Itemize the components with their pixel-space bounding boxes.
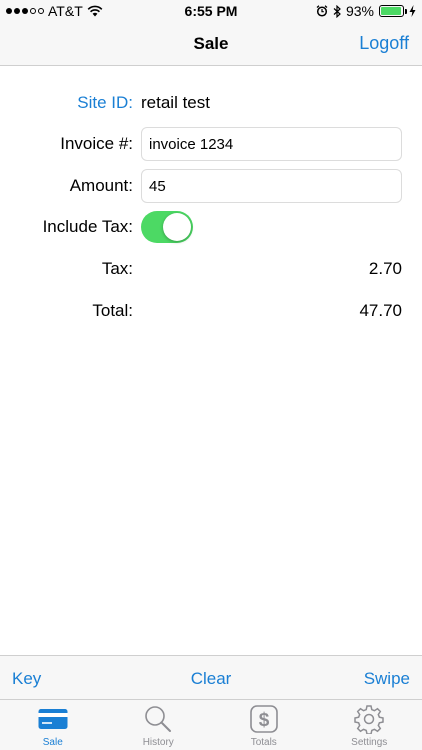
- toggle-knob: [163, 213, 191, 241]
- invoice-field[interactable]: invoice 1234: [141, 127, 402, 161]
- tab-sale[interactable]: Sale: [0, 700, 106, 750]
- include-tax-label: Include Tax:: [42, 217, 133, 236]
- site-id-row: Site ID: retail test: [0, 86, 422, 120]
- action-toolbar: Key Clear Swipe: [0, 655, 422, 699]
- svg-text:$: $: [258, 710, 269, 731]
- amount-row: Amount: 45: [0, 169, 422, 203]
- amount-label: Amount:: [69, 176, 133, 195]
- invoice-label: Invoice #:: [60, 134, 133, 153]
- battery-percent: 93%: [345, 3, 374, 19]
- tab-sale-label: Sale: [42, 737, 63, 748]
- invoice-field-value: invoice 1234: [149, 135, 234, 153]
- gear-icon: [354, 705, 384, 734]
- total-label: Total:: [92, 301, 133, 320]
- tab-bar: Sale History $ Totals Settings: [0, 699, 422, 750]
- status-right: 93%: [316, 3, 416, 19]
- tab-settings[interactable]: Settings: [317, 700, 422, 750]
- credit-card-icon: [38, 705, 68, 733]
- logoff-button[interactable]: Logoff: [359, 33, 409, 54]
- tab-totals[interactable]: $ Totals: [211, 700, 317, 750]
- navigation-bar: Sale Logoff: [0, 22, 422, 66]
- include-tax-toggle[interactable]: [141, 211, 193, 243]
- charging-icon: [409, 5, 416, 17]
- amount-field[interactable]: 45: [141, 169, 402, 203]
- site-id-value: retail test: [141, 93, 210, 112]
- tax-row: Tax: 2.70: [0, 252, 422, 286]
- clear-button[interactable]: Clear: [191, 669, 232, 688]
- invoice-row: Invoice #: invoice 1234: [0, 127, 422, 161]
- battery-icon: [379, 5, 407, 17]
- battery-level: [381, 7, 401, 15]
- key-button[interactable]: Key: [12, 669, 41, 689]
- magnifier-icon: [143, 705, 173, 733]
- tax-label: Tax:: [101, 259, 133, 278]
- site-id-label[interactable]: Site ID:: [77, 93, 133, 113]
- tax-value: 2.70: [368, 259, 402, 278]
- tab-history-label: History: [142, 737, 174, 748]
- tab-totals-label: Totals: [250, 737, 277, 748]
- tab-settings-label: Settings: [351, 737, 388, 748]
- swipe-button[interactable]: Swipe: [364, 669, 410, 689]
- total-value: 47.70: [359, 301, 402, 320]
- tab-history[interactable]: History: [106, 700, 212, 750]
- amount-field-value: 45: [149, 177, 166, 195]
- bluetooth-icon: [333, 4, 341, 18]
- clear-button-wrap: Clear: [0, 669, 422, 689]
- include-tax-row: Include Tax:: [0, 210, 422, 244]
- dollar-icon: $: [249, 705, 278, 733]
- total-row: Total: 47.70: [0, 294, 422, 328]
- status-bar: AT&T 6:55 PM 93%: [0, 0, 422, 22]
- alarm-icon: [316, 5, 328, 17]
